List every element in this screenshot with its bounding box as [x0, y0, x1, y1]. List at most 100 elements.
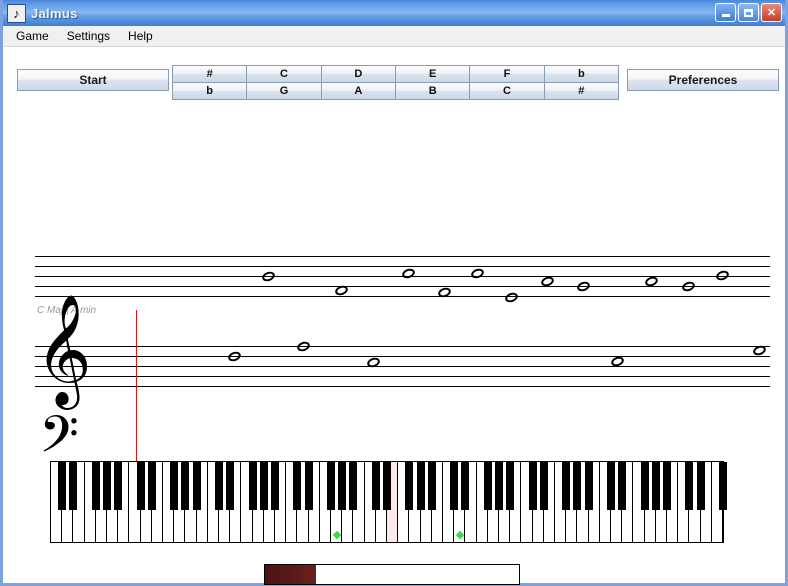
- close-button[interactable]: ✕: [761, 3, 782, 22]
- black-key-57[interactable]: [696, 462, 705, 510]
- black-key-12[interactable]: [192, 462, 201, 510]
- main-content: Start # C D E F b b G A B C # Preference…: [3, 47, 785, 585]
- preferences-button[interactable]: Preferences: [627, 69, 779, 91]
- black-key-52[interactable]: [640, 462, 649, 510]
- note-button-a[interactable]: A: [320, 82, 396, 100]
- black-key-14[interactable]: [215, 462, 223, 510]
- black-key-42[interactable]: [528, 462, 537, 510]
- window-controls: ✕: [715, 3, 782, 22]
- black-key-50[interactable]: [618, 462, 627, 510]
- bass-staff-notehead-2: [295, 340, 312, 353]
- bass-staff-line-5: [35, 386, 770, 387]
- black-key-53[interactable]: [651, 462, 660, 510]
- note-button-f[interactable]: F: [469, 65, 545, 83]
- bass-staff-line-4: [35, 376, 770, 377]
- note-button-g[interactable]: G: [246, 82, 322, 100]
- black-key-45[interactable]: [562, 462, 571, 510]
- note-button-c-1[interactable]: C: [246, 65, 322, 83]
- window-title: Jalmus: [31, 5, 78, 21]
- black-key-25[interactable]: [338, 462, 347, 510]
- black-key-40[interactable]: [506, 462, 515, 510]
- black-key-31[interactable]: [405, 462, 414, 510]
- close-icon: ✕: [766, 7, 777, 19]
- maximize-button[interactable]: [738, 3, 759, 22]
- black-key-0[interactable]: [58, 462, 67, 510]
- menu-item-settings[interactable]: Settings: [60, 27, 117, 45]
- black-key-1[interactable]: [69, 462, 78, 510]
- black-key-33[interactable]: [427, 462, 436, 510]
- minimize-button[interactable]: [715, 3, 736, 22]
- black-key-26[interactable]: [349, 462, 358, 510]
- black-key-36[interactable]: [461, 462, 470, 510]
- black-key-54[interactable]: [663, 462, 671, 510]
- black-key-21[interactable]: [293, 462, 302, 510]
- minimize-icon: [721, 14, 730, 17]
- black-key-43[interactable]: [539, 462, 548, 510]
- treble-staff-line-1: [35, 256, 770, 257]
- black-key-11[interactable]: [181, 462, 190, 510]
- black-key-22[interactable]: [304, 462, 313, 510]
- music-note-icon: ♪: [7, 3, 26, 23]
- black-key-59[interactable]: [719, 462, 727, 510]
- treble-staff-notehead-11: [714, 269, 731, 282]
- black-key-49[interactable]: [607, 462, 615, 510]
- note-button-sharp-1[interactable]: #: [172, 65, 248, 83]
- piano-keyboard[interactable]: [50, 461, 727, 543]
- black-key-15[interactable]: [226, 462, 235, 510]
- title-bar: ♪ Jalmus ✕: [3, 0, 785, 26]
- black-key-47[interactable]: [584, 462, 593, 510]
- black-key-10[interactable]: [170, 462, 179, 510]
- maximize-icon: [744, 8, 753, 17]
- black-key-32[interactable]: [416, 462, 425, 510]
- bass-staff-line-1: [35, 346, 770, 347]
- note-button-e[interactable]: E: [395, 65, 471, 83]
- bass-staff-notehead-1: [226, 350, 243, 363]
- start-button[interactable]: Start: [17, 69, 169, 91]
- black-key-7[interactable]: [136, 462, 145, 510]
- treble-staff-notehead-1: [260, 270, 277, 283]
- menu-bar: Game Settings Help: [3, 26, 785, 47]
- progress-bar-fill: [265, 565, 316, 584]
- black-key-18[interactable]: [259, 462, 268, 510]
- treble-staff-line-5: [35, 296, 770, 297]
- note-button-grid: # C D E F b b G A B C #: [172, 65, 619, 100]
- treble-staff-notehead-5: [469, 267, 486, 280]
- black-key-5[interactable]: [114, 462, 123, 510]
- treble-staff-line-2: [35, 266, 770, 267]
- black-key-35[interactable]: [450, 462, 459, 510]
- note-button-d[interactable]: D: [320, 65, 396, 83]
- menu-item-help[interactable]: Help: [121, 27, 160, 45]
- treble-clef-icon: 𝄞: [35, 293, 92, 405]
- bass-staff-line-2: [35, 356, 770, 357]
- black-key-8[interactable]: [147, 462, 156, 510]
- note-button-flat-1[interactable]: b: [543, 65, 619, 83]
- treble-staff-notehead-10: [680, 280, 697, 293]
- black-key-3[interactable]: [91, 462, 100, 510]
- progress-bar: [264, 564, 520, 585]
- application-window: ♪ Jalmus ✕ Game Settings Help Start # C …: [0, 0, 788, 586]
- black-key-39[interactable]: [495, 462, 503, 510]
- bass-staff-line-3: [35, 366, 770, 367]
- toolbar: Start # C D E F b b G A B C # Preference…: [3, 57, 785, 100]
- music-score: C Maj | A min 𝄞 𝄢: [3, 127, 785, 498]
- bass-staff-notehead-3: [365, 356, 382, 369]
- note-button-b[interactable]: B: [395, 82, 471, 100]
- treble-staff-notehead-8: [575, 280, 592, 293]
- black-key-38[interactable]: [483, 462, 492, 510]
- treble-staff-notehead-4: [436, 286, 453, 299]
- treble-staff-notehead-3: [400, 267, 417, 280]
- treble-staff-notehead-6: [503, 291, 520, 304]
- note-button-c-2[interactable]: C: [469, 82, 545, 100]
- black-key-28[interactable]: [371, 462, 380, 510]
- black-key-29[interactable]: [383, 462, 391, 510]
- black-key-56[interactable]: [685, 462, 694, 510]
- black-key-19[interactable]: [271, 462, 279, 510]
- black-key-17[interactable]: [248, 462, 257, 510]
- note-button-sharp-2[interactable]: #: [543, 82, 619, 100]
- menu-item-game[interactable]: Game: [9, 27, 56, 45]
- treble-staff-line-4: [35, 286, 770, 287]
- black-key-46[interactable]: [573, 462, 582, 510]
- note-button-flat-2[interactable]: b: [172, 82, 248, 100]
- black-key-4[interactable]: [103, 462, 111, 510]
- black-key-24[interactable]: [327, 462, 335, 510]
